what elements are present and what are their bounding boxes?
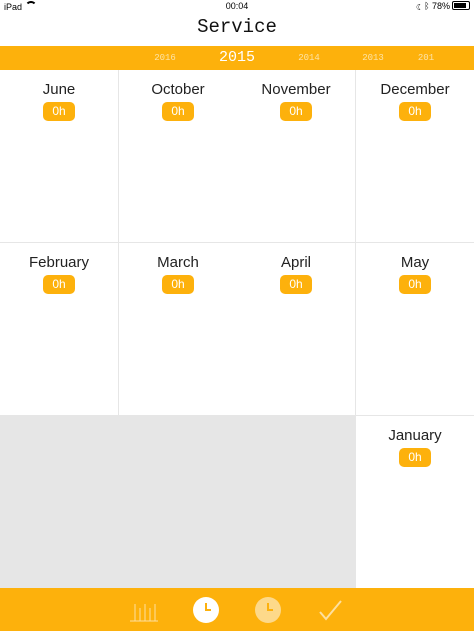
month-cell-april[interactable]: April 0h: [237, 243, 356, 416]
hours-badge: 0h: [162, 275, 194, 294]
moon-icon: ☾: [416, 1, 422, 11]
hours-badge: 0h: [280, 102, 312, 121]
hours-badge: 0h: [162, 102, 194, 121]
month-label: April: [280, 254, 311, 271]
bluetooth-icon: ᛒ: [424, 1, 430, 11]
month-cell-december[interactable]: December 0h: [356, 70, 474, 243]
year-item[interactable]: 2013: [362, 46, 384, 70]
clock-icon: [193, 597, 219, 623]
month-label: March: [157, 254, 199, 271]
battery-icon: [452, 1, 470, 10]
year-selector[interactable]: 2016 2015 2014 2013 201: [0, 46, 474, 70]
month-grid: June 0h October 0h November 0h December …: [0, 70, 474, 588]
tab-statistics[interactable]: [128, 594, 160, 626]
hours-badge: 0h: [399, 448, 431, 467]
month-cell-november[interactable]: November 0h: [237, 70, 356, 243]
checkmark-icon: [319, 600, 342, 621]
tab-clock-active[interactable]: [190, 594, 222, 626]
status-bar: iPad 00:04 ☾ ᛒ 78%: [0, 0, 474, 13]
clock-icon: [255, 597, 281, 623]
month-cell-june[interactable]: June 0h: [0, 70, 119, 243]
month-label: December: [380, 81, 450, 98]
month-label: February: [28, 254, 90, 271]
hours-badge: 0h: [399, 102, 431, 121]
hours-badge: 0h: [43, 102, 75, 121]
bar-chart-icon: [130, 604, 158, 622]
month-label: June: [42, 81, 76, 98]
status-right: ☾ ᛒ 78%: [416, 1, 470, 11]
tab-clock[interactable]: [252, 594, 284, 626]
battery-percent: 78%: [431, 1, 450, 11]
year-item-selected[interactable]: 2015: [219, 46, 255, 70]
month-cell-march[interactable]: March 0h: [119, 243, 238, 416]
hours-badge: 0h: [399, 275, 431, 294]
month-cell-october[interactable]: October 0h: [119, 70, 238, 243]
month-cell-may[interactable]: May 0h: [356, 243, 474, 416]
month-label: October: [151, 81, 205, 98]
hours-badge: 0h: [280, 275, 312, 294]
year-item[interactable]: 201: [418, 46, 434, 70]
month-cell-january[interactable]: January 0h: [356, 416, 474, 588]
empty-area: [0, 416, 356, 588]
month-label: November: [261, 81, 331, 98]
tab-bar: [0, 588, 474, 631]
hours-badge: 0h: [43, 275, 75, 294]
page-title: Service: [197, 16, 277, 38]
tab-completed[interactable]: [314, 594, 346, 626]
month-cell-february[interactable]: February 0h: [0, 243, 119, 416]
month-label: January: [388, 427, 442, 444]
year-item[interactable]: 2014: [298, 46, 320, 70]
status-time: 00:04: [225, 1, 249, 11]
month-label: May: [400, 254, 430, 271]
year-item[interactable]: 2016: [154, 46, 176, 70]
